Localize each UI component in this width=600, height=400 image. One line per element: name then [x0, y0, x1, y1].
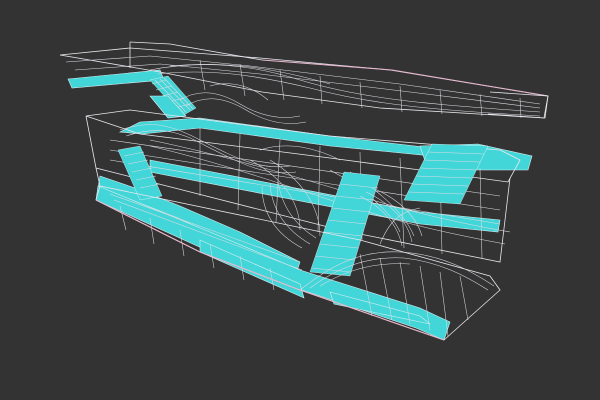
- 3d-viewport[interactable]: [0, 0, 600, 400]
- top-level-floor: [59, 41, 549, 119]
- wireframe-model: [59, 41, 549, 341]
